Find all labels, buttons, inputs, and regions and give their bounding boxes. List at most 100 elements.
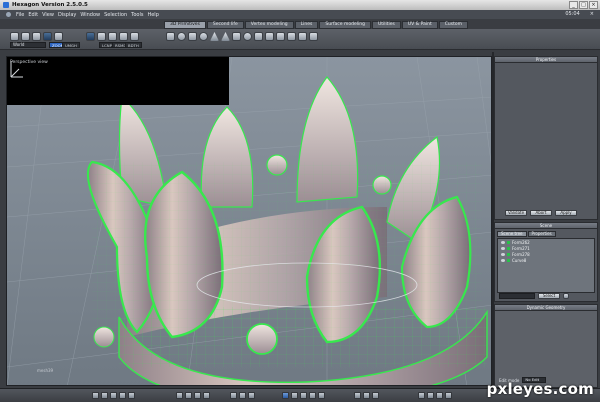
lock-icon[interactable]	[507, 258, 510, 262]
menu-tools[interactable]: Tools	[131, 12, 143, 18]
light-icon[interactable]	[418, 392, 425, 399]
apply-button[interactable]: Apply	[555, 210, 577, 216]
rotate-icon[interactable]	[54, 32, 63, 41]
lock-icon[interactable]	[507, 246, 510, 250]
camera-tools	[230, 392, 255, 399]
perspective-viewport[interactable]: Perspective view mesh39	[6, 56, 492, 386]
camera-icon[interactable]	[427, 392, 434, 399]
viewport-scene	[7, 57, 491, 385]
lasso-icon[interactable]	[21, 32, 30, 41]
plane-icon[interactable]	[232, 32, 241, 41]
geosphere-icon[interactable]	[243, 32, 252, 41]
maximize-button[interactable]: □	[579, 1, 588, 9]
shade-icon[interactable]	[119, 392, 126, 399]
texture-icon[interactable]	[128, 392, 135, 399]
material-icon[interactable]	[436, 392, 443, 399]
abort-button[interactable]: Abort	[530, 210, 552, 216]
close-button[interactable]: ×	[589, 1, 598, 9]
tab-custom[interactable]: Custom	[438, 21, 469, 29]
symmetry-x-icon[interactable]	[354, 392, 361, 399]
tab-3d-primitives[interactable]: 3D Primitives	[164, 21, 206, 29]
tab-scene-properties[interactable]: Properties	[527, 231, 556, 237]
umgh-tag[interactable]: UMGH	[62, 42, 80, 48]
split-view-icon[interactable]	[185, 392, 192, 399]
quad-view-icon[interactable]	[194, 392, 201, 399]
cube-lcnp-icon[interactable]	[97, 32, 106, 41]
tab-surface-modeling[interactable]: Surface modeling	[319, 21, 371, 29]
center-icon[interactable]	[248, 392, 255, 399]
bdth-tag[interactable]: BDTH	[125, 42, 142, 48]
visibility-icon[interactable]	[501, 252, 505, 256]
coord-space-select[interactable]: World	[10, 42, 46, 48]
frame-icon[interactable]	[230, 392, 237, 399]
symmetry-y-icon[interactable]	[363, 392, 370, 399]
paint-select-icon[interactable]	[32, 32, 41, 41]
pyramid-icon[interactable]	[221, 32, 230, 41]
snap-icon[interactable]	[101, 392, 108, 399]
cone-icon[interactable]	[210, 32, 219, 41]
walk-icon[interactable]	[318, 392, 325, 399]
visibility-icon[interactable]	[501, 240, 505, 244]
viewport-header: Perspective view	[7, 57, 229, 105]
zoom-fit-icon[interactable]	[239, 392, 246, 399]
select-button[interactable]: Select	[538, 293, 560, 299]
symmetry-tools	[354, 392, 379, 399]
orbit-icon[interactable]	[282, 392, 289, 399]
logo-icon	[6, 12, 11, 17]
tab-utilities[interactable]: Utilities	[371, 21, 401, 29]
app-icon	[3, 2, 9, 8]
menu-window[interactable]: Window	[80, 12, 100, 18]
settings-icon[interactable]	[445, 392, 452, 399]
cube-extra-icon[interactable]	[130, 32, 139, 41]
menu-selection[interactable]: Selection	[104, 12, 127, 18]
menu-view[interactable]: View	[42, 12, 54, 18]
cylinder-icon[interactable]	[188, 32, 197, 41]
wire-icon[interactable]	[110, 392, 117, 399]
lock-icon[interactable]	[507, 240, 510, 244]
cube-view-icon[interactable]	[86, 32, 95, 41]
pan-icon[interactable]	[291, 392, 298, 399]
torus-icon[interactable]	[199, 32, 208, 41]
tab-vertex-modeling[interactable]: Vertex modeling	[244, 21, 294, 29]
fly-icon[interactable]	[309, 392, 316, 399]
properties-panel: Properties Validate Abort Apply	[494, 56, 598, 220]
grid-icon[interactable]	[92, 392, 99, 399]
zoom-icon[interactable]	[300, 392, 307, 399]
capsule-icon[interactable]	[276, 32, 285, 41]
prism-icon[interactable]	[265, 32, 274, 41]
tab-lines[interactable]: Lines	[294, 21, 319, 29]
tab-second-life[interactable]: Second life	[206, 21, 244, 29]
validate-button[interactable]: Validate	[505, 210, 527, 216]
cube-bdth-icon[interactable]	[119, 32, 128, 41]
cube-rsmd-icon[interactable]	[108, 32, 117, 41]
single-view-icon[interactable]	[176, 392, 183, 399]
minimize-button[interactable]: _	[569, 1, 578, 9]
tool-tabs: 3D Primitives Second life Vertex modelin…	[164, 21, 469, 29]
polyhedron-icon[interactable]	[287, 32, 296, 41]
menu-edit[interactable]: Edit	[28, 12, 38, 18]
lock-icon[interactable]	[507, 252, 510, 256]
render-icon[interactable]	[203, 392, 210, 399]
selection-tools	[10, 32, 63, 41]
visibility-icon[interactable]	[501, 258, 505, 262]
scene-search-row: Select	[499, 293, 569, 299]
select-arrow-icon[interactable]	[10, 32, 19, 41]
tube-icon[interactable]	[254, 32, 263, 41]
clock-close-icon[interactable]: ×	[590, 11, 594, 17]
gear-primitive-icon[interactable]	[298, 32, 307, 41]
move-icon[interactable]	[43, 32, 52, 41]
menu-help[interactable]: Help	[147, 12, 158, 18]
tab-uv-paint[interactable]: UV & Paint	[401, 21, 438, 29]
visibility-icon[interactable]	[501, 246, 505, 250]
tab-scene-tree[interactable]: Scene tree	[497, 231, 527, 237]
menu-display[interactable]: Display	[58, 12, 76, 18]
sphere-icon[interactable]	[177, 32, 186, 41]
menu-file[interactable]: File	[16, 12, 24, 18]
box-icon[interactable]	[166, 32, 175, 41]
filter-icon[interactable]	[563, 293, 569, 299]
cube-small-icon[interactable]	[309, 32, 318, 41]
symmetry-z-icon[interactable]	[372, 392, 379, 399]
list-item[interactable]: Curve8	[498, 257, 594, 263]
scene-filter-input[interactable]	[499, 293, 535, 299]
axis-gizmo-icon	[10, 61, 23, 78]
